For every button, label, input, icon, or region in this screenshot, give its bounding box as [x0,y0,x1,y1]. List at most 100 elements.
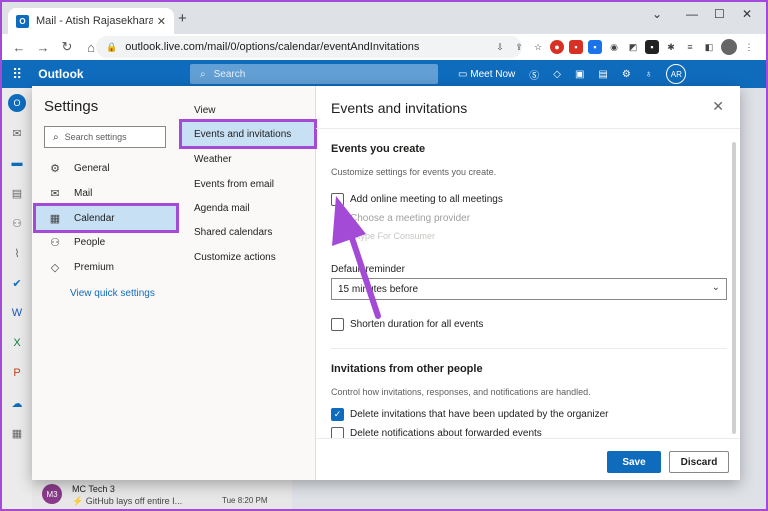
events-description: Customize settings for events you create… [331,167,497,177]
extension-send-icon[interactable]: ◩ [626,40,640,54]
sender-name: MC Tech 3 [72,484,115,494]
subcategory-view[interactable]: View [182,98,314,122]
inbox-rail-icon[interactable]: ▬ [2,148,32,178]
delete-updated-checkbox[interactable]: ✓ Delete invitations that have been upda… [331,408,609,421]
extension-cookie-icon[interactable]: ◉ [607,40,621,54]
extension-adblock-icon[interactable]: ▪ [569,40,583,54]
more-apps-rail-icon[interactable]: ▦ [2,418,32,448]
my-day-icon[interactable]: ▤ [598,69,607,80]
subcategory-shared-calendars[interactable]: Shared calendars [182,220,314,244]
profile-avatar[interactable] [721,39,737,55]
mail-search-box[interactable]: ⌕ Search [190,64,438,84]
skype-icon[interactable]: Ⓢ [529,67,539,82]
extension-icons: ⇩ ⇪ ☆ ● ▪ ▪ ◉ ◩ ▪ ✱ ≡ ◧ ⋮ [493,36,756,58]
subcategory-events-from-email[interactable]: Events from email [182,172,314,196]
message-time: Tue 8:20 PM [222,496,268,505]
extensions-puzzle-icon[interactable]: ✱ [664,40,678,54]
default-reminder-dropdown[interactable]: 15 minutes before ⌄ [331,278,727,300]
category-mail[interactable]: ✉ Mail [36,181,176,205]
header-actions: ▭ Meet Now Ⓢ ◇ ▣ ▤ ⚙ ♁ AR [458,60,687,88]
save-button[interactable]: Save [607,451,661,473]
share-icon[interactable]: ⇪ [512,40,526,54]
browser-window: O Mail - Atish Rajasekharan - Outlo ✕ + … [2,2,766,509]
category-people[interactable]: ⚇ People [36,230,176,254]
message-list-item[interactable]: M3 MC Tech 3 ⚡ GitHub lays off entire I.… [32,480,292,509]
todo-rail-icon[interactable]: ✔ [2,268,32,298]
address-bar[interactable]: 🔒 outlook.live.com/mail/0/options/calend… [96,36,522,58]
lock-icon: 🔒 [106,41,118,52]
people-icon: ⚇ [50,236,60,249]
office-icon[interactable]: ▣ [575,69,584,80]
close-tab-icon[interactable]: ✕ [157,15,166,28]
chrome-menu-icon[interactable]: ⋮ [742,40,756,54]
checkbox-label: Delete invitations that have been update… [350,409,609,420]
diamond-icon: ◇ [50,261,60,274]
new-tab-icon[interactable]: + [178,10,187,27]
settings-gear-icon[interactable]: ⚙ [622,69,631,80]
reading-list-icon[interactable]: ≡ [683,40,697,54]
premium-diamond-icon[interactable]: ◇ [553,69,561,80]
mail-rail-icon[interactable]: ✉ [2,118,32,148]
attach-rail-icon[interactable]: ⌇ [2,238,32,268]
category-general[interactable]: ⚙ General [36,156,176,180]
bookmark-star-icon[interactable]: ☆ [531,40,545,54]
subcategory-weather[interactable]: Weather [182,147,314,171]
minimize-icon[interactable]: — [686,7,698,21]
forward-icon[interactable]: → [36,40,50,55]
pane-title: Events and invitations [331,100,468,116]
discard-button[interactable]: Discard [669,451,729,473]
tips-lightbulb-icon[interactable]: ♁ [645,69,653,80]
dialog-footer: Save Discard [316,438,740,480]
onedrive-rail-icon[interactable]: ☁ [2,388,32,418]
outlook-app-icon[interactable]: O [2,88,32,118]
category-premium[interactable]: ◇ Premium [36,255,176,279]
settings-title: Settings [44,98,99,115]
settings-categories: Settings ⌕ Search settings ⚙ General ✉ Mai… [32,86,180,480]
chevron-down-icon: ⌄ [711,282,720,293]
extension-red-icon[interactable]: ● [550,40,564,54]
maximize-icon[interactable]: ☐ [714,7,725,21]
annotation-arrow-icon [332,196,381,319]
subcategory-agenda-mail[interactable]: Agenda mail [182,196,314,220]
view-quick-settings-link[interactable]: View quick settings [70,288,155,299]
app-launcher-icon[interactable]: ⠿ [12,66,22,83]
browser-tab[interactable]: O Mail - Atish Rajasekharan - Outlo ✕ [8,8,174,34]
powerpoint-rail-icon[interactable]: P [2,358,32,388]
install-icon[interactable]: ⇩ [493,40,507,54]
browser-toolbar: ← → ↻ ⌂ 🔒 outlook.live.com/mail/0/option… [2,34,766,60]
outlook-brand[interactable]: Outlook [38,67,83,81]
section-divider [331,348,727,349]
url-text: outlook.live.com/mail/0/options/calendar… [125,41,420,53]
mail-icon: ✉ [50,187,60,200]
category-label: Calendar [74,212,115,224]
reload-icon[interactable]: ↻ [60,39,74,55]
subcategory-events-and-invitations[interactable]: Events and invitations [179,119,317,149]
search-settings-input[interactable]: ⌕ Search settings [44,126,166,148]
checkbox-checked[interactable]: ✓ [331,408,344,421]
people-rail-icon[interactable]: ⚇ [2,208,32,238]
notes-rail-icon[interactable]: ▤ [2,178,32,208]
close-window-icon[interactable]: ✕ [742,7,752,21]
search-icon: ⌕ [200,68,206,80]
meet-now-button[interactable]: ▭ Meet Now [458,69,515,80]
back-icon[interactable]: ← [12,40,26,55]
tab-search-icon[interactable]: ⌄ [652,7,662,21]
extension-blue-icon[interactable]: ▪ [588,40,602,54]
close-icon[interactable]: ✕ [712,98,724,115]
excel-rail-icon[interactable]: X [2,328,32,358]
account-avatar[interactable]: AR [666,64,687,84]
pane-scrollbar[interactable] [732,142,736,434]
side-panel-icon[interactable]: ◧ [702,40,716,54]
video-icon: ▭ [458,68,468,80]
word-rail-icon[interactable]: W [2,298,32,328]
category-calendar[interactable]: ▦ Calendar [33,203,179,233]
category-label: Mail [74,187,93,199]
header-divider [316,128,740,129]
subcategory-customize-actions[interactable]: Customize actions [182,245,314,269]
message-subject: ⚡ GitHub lays off entire I... [72,496,183,506]
category-label: People [74,236,106,248]
extension-dark-icon[interactable]: ▪ [645,40,659,54]
search-placeholder: Search [213,68,246,80]
tab-strip: O Mail - Atish Rajasekharan - Outlo ✕ + … [2,2,766,34]
invitations-description: Control how invitations, responses, and … [331,387,591,397]
